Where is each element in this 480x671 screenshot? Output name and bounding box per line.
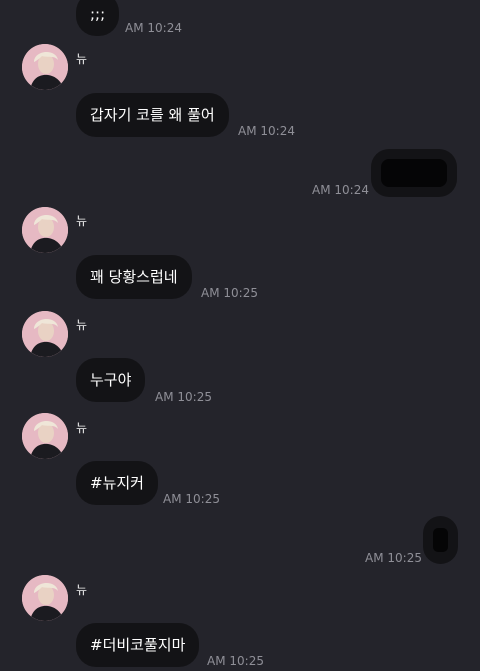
avatar-image (22, 575, 68, 621)
message-text: #뉴지커 (90, 474, 144, 492)
redacted-content (433, 528, 448, 552)
avatar-image (22, 44, 68, 90)
message-timestamp: AM 10:24 (312, 183, 369, 197)
message-bubble[interactable] (423, 516, 458, 564)
avatar[interactable] (22, 575, 68, 621)
message-bubble[interactable]: #더비코풀지마 (76, 623, 200, 667)
avatar-image (22, 413, 68, 459)
message-timestamp: AM 10:25 (163, 492, 220, 506)
message-timestamp: AM 10:24 (125, 21, 182, 35)
message-text: 갑자기 코를 왜 풀어 (90, 106, 215, 124)
sender-name: 뉴 (76, 318, 88, 332)
message-bubble[interactable]: 누구야 (76, 358, 146, 402)
message-timestamp: AM 10:24 (238, 124, 295, 138)
avatar[interactable] (22, 413, 68, 459)
message-timestamp: AM 10:25 (365, 551, 422, 565)
message-timestamp: AM 10:25 (201, 286, 258, 300)
avatar[interactable] (22, 44, 68, 90)
message-text: ;;; (90, 5, 106, 23)
message-bubble[interactable]: #뉴지커 (76, 461, 158, 505)
message-text: 누구야 (90, 371, 132, 389)
avatar-image (22, 207, 68, 253)
avatar-image (22, 311, 68, 357)
sender-name: 뉴 (76, 52, 88, 66)
chat-log: ;;; AM 10:24 뉴 갑자기 코를 왜 풀어 AM 10:24 AM 1… (0, 0, 480, 671)
sender-name: 뉴 (76, 214, 88, 228)
message-bubble[interactable]: 꽤 당황스럽네 (76, 255, 192, 299)
message-bubble[interactable]: 갑자기 코를 왜 풀어 (76, 93, 229, 137)
message-timestamp: AM 10:25 (207, 654, 264, 668)
message-timestamp: AM 10:25 (155, 390, 212, 404)
avatar[interactable] (22, 311, 68, 357)
sender-name: 뉴 (76, 421, 88, 435)
redacted-content (381, 159, 447, 187)
message-bubble[interactable]: ;;; (76, 0, 120, 36)
message-text: 꽤 당황스럽네 (90, 268, 178, 286)
message-text: #더비코풀지마 (90, 636, 186, 654)
sender-name: 뉴 (76, 583, 88, 597)
message-bubble[interactable] (371, 149, 457, 197)
avatar[interactable] (22, 207, 68, 253)
